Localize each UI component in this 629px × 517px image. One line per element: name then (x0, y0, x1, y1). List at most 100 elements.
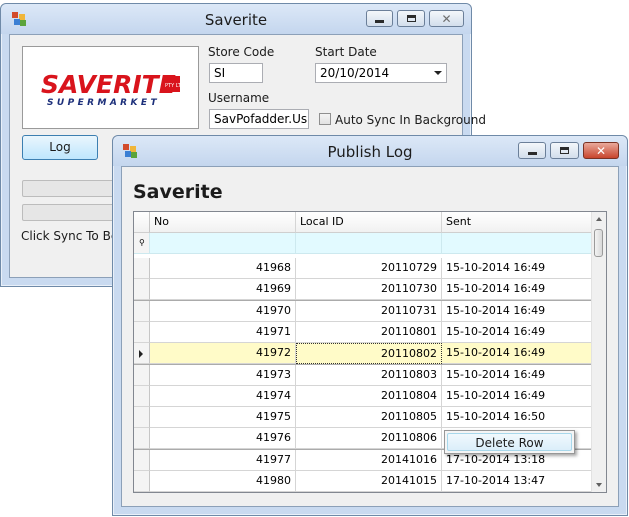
log-titlebar[interactable]: Publish Log ✕ (113, 136, 627, 166)
log-button[interactable]: Log (22, 135, 98, 160)
main-close-button[interactable]: ✕ (429, 10, 464, 27)
cell-sent[interactable]: 15-10-2014 16:49 (442, 364, 592, 386)
cell-local-id[interactable]: 20141015 (296, 471, 442, 492)
publish-log-window: Publish Log ✕ Saverite No Local ID Sent … (112, 135, 628, 516)
scroll-down-icon[interactable] (596, 483, 602, 487)
minimize-icon (375, 19, 384, 23)
minimize-icon (527, 151, 537, 155)
row-header[interactable] (134, 407, 150, 429)
start-date-picker[interactable]: 20/10/2014 (315, 63, 447, 83)
table-row[interactable]: 41971 20110801 15-10-2014 16:49 (134, 321, 592, 343)
username-input[interactable]: SavPofadder.Usr (209, 109, 309, 129)
store-code-label: Store Code (208, 45, 275, 59)
username-label: Username (208, 91, 270, 105)
column-header-sent[interactable]: Sent (442, 212, 592, 233)
cell-no[interactable]: 41971 (150, 321, 296, 343)
cell-local-id[interactable]: 20110731 (296, 300, 442, 322)
cell-local-id[interactable]: 20110804 (296, 385, 442, 407)
cell-no[interactable]: 41976 (150, 428, 296, 450)
cell-sent[interactable]: 15-10-2014 16:49 (442, 321, 592, 343)
row-header[interactable] (134, 321, 150, 343)
row-pointer-icon (139, 350, 143, 359)
cell-sent[interactable]: 15-10-2014 16:49 (442, 279, 592, 301)
row-header[interactable] (134, 279, 150, 301)
filter-cell-sent[interactable] (442, 233, 592, 254)
cell-no[interactable]: 41973 (150, 364, 296, 386)
cell-no[interactable]: 41969 (150, 279, 296, 301)
main-minimize-button[interactable] (366, 10, 393, 27)
cell-sent[interactable]: 15-10-2014 16:49 (442, 300, 592, 322)
cell-sent[interactable]: 15-10-2014 16:49 (442, 258, 592, 279)
progress-bar-1 (22, 180, 115, 197)
cell-local-id[interactable]: 20110806 (296, 428, 442, 450)
log-minimize-button[interactable] (518, 142, 546, 159)
cell-local-id[interactable]: 20110805 (296, 407, 442, 429)
cell-no[interactable]: 41970 (150, 300, 296, 322)
grid-filter-row: ⚲ (134, 233, 592, 254)
publish-log-grid[interactable]: No Local ID Sent ⚲ 41968 20110729 15-10-20… (133, 211, 607, 493)
cell-no[interactable]: 41974 (150, 385, 296, 407)
row-header[interactable] (134, 364, 150, 386)
cell-local-id[interactable]: 20110801 (296, 321, 442, 343)
table-row[interactable]: 41974 20110804 15-10-2014 16:49 (134, 385, 592, 407)
start-date-label: Start Date (315, 45, 377, 59)
row-header[interactable] (134, 343, 150, 365)
logo-badge-text: PTY LTD (165, 83, 185, 89)
cell-sent[interactable]: 15-10-2014 16:49 (442, 343, 592, 365)
cell-no[interactable]: 41977 (150, 449, 296, 471)
cell-no[interactable]: 41980 (150, 471, 296, 492)
log-close-button[interactable]: ✕ (583, 142, 619, 159)
cell-sent[interactable]: 15-10-2014 16:50 (442, 407, 592, 429)
context-menu: Delete Row (444, 430, 575, 454)
cell-no[interactable]: 41968 (150, 258, 296, 279)
logo-sub-text: SUPERMARKET (47, 98, 160, 108)
row-header[interactable] (134, 300, 150, 322)
column-header-local-id[interactable]: Local ID (296, 212, 442, 233)
saverite-logo: SAVERITE PTY LTD SUPERMARKET (22, 46, 199, 129)
main-maximize-button[interactable] (397, 10, 425, 27)
column-header-no[interactable]: No (150, 212, 296, 233)
main-titlebar[interactable]: Saverite ✕ (1, 4, 471, 34)
cell-local-id[interactable]: 20110729 (296, 258, 442, 279)
row-header[interactable] (134, 471, 150, 492)
close-icon: ✕ (595, 143, 607, 158)
grid-vertical-scrollbar[interactable] (591, 212, 606, 492)
table-row[interactable]: 41980 20141015 17-10-2014 13:47 (134, 471, 592, 492)
table-row[interactable]: 41975 20110805 15-10-2014 16:50 (134, 407, 592, 429)
chevron-down-icon[interactable] (434, 71, 442, 75)
delete-row-menu-item[interactable]: Delete Row (447, 433, 572, 451)
log-heading: Saverite (133, 181, 223, 203)
filter-cell-no[interactable] (150, 233, 296, 254)
cell-local-id[interactable]: 20141016 (296, 449, 442, 471)
table-row[interactable]: 41968 20110729 15-10-2014 16:49 (134, 258, 592, 279)
auto-sync-label[interactable]: Auto Sync In Background (335, 113, 486, 127)
cell-no[interactable]: 41975 (150, 407, 296, 429)
auto-sync-checkbox[interactable] (319, 113, 331, 125)
header-corner[interactable] (134, 212, 150, 233)
row-header[interactable] (134, 258, 150, 279)
store-code-input[interactable]: SI (209, 63, 263, 83)
cell-no[interactable]: 41972 (150, 343, 296, 365)
scroll-up-icon[interactable] (596, 217, 602, 221)
logo-brand-text: SAVERITE (41, 70, 176, 99)
table-row[interactable]: 41972 20110802 15-10-2014 16:49 (134, 343, 592, 365)
row-header[interactable] (134, 385, 150, 407)
start-date-value: 20/10/2014 (320, 66, 390, 80)
table-row[interactable]: 41973 20110803 15-10-2014 16:49 (134, 364, 592, 386)
cell-local-id[interactable]: 20110803 (296, 364, 442, 386)
row-header[interactable] (134, 428, 150, 450)
cell-local-id[interactable]: 20110730 (296, 279, 442, 301)
filter-cell-local-id[interactable] (296, 233, 442, 254)
maximize-icon (560, 147, 569, 154)
table-row[interactable]: 41969 20110730 15-10-2014 16:49 (134, 279, 592, 301)
close-icon: ✕ (441, 11, 452, 26)
cell-local-id[interactable]: 20110802 (296, 343, 442, 365)
grid-header-row: No Local ID Sent (134, 212, 592, 233)
cell-sent[interactable]: 17-10-2014 13:47 (442, 471, 592, 492)
cell-sent[interactable]: 15-10-2014 16:49 (442, 385, 592, 407)
log-maximize-button[interactable] (550, 142, 579, 159)
saverite-logo-graphic: SAVERITE PTY LTD SUPERMARKET (41, 70, 185, 108)
scrollbar-thumb[interactable] (594, 229, 603, 257)
table-row[interactable]: 41970 20110731 15-10-2014 16:49 (134, 300, 592, 322)
row-header[interactable] (134, 449, 150, 471)
